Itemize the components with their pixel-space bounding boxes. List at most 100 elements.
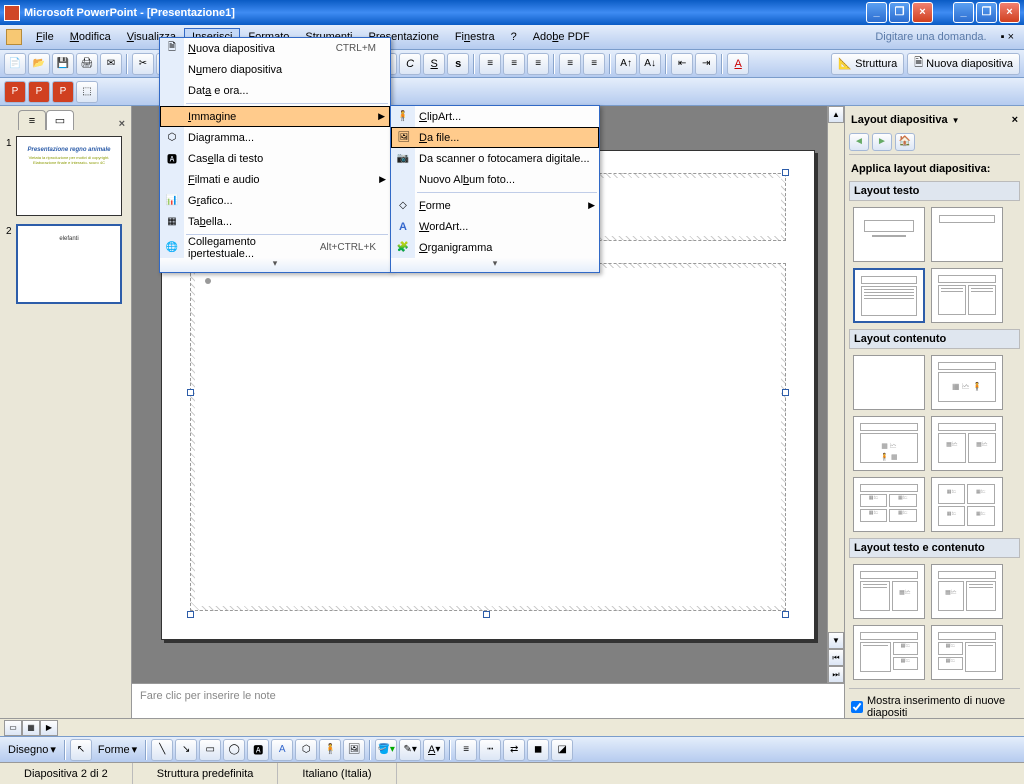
scroll-up[interactable]: ▲ [828,106,844,123]
menu-numero-diapositiva[interactable]: Numero diapositiva [160,59,390,80]
submenu-expand[interactable]: ▾ [391,258,599,272]
3d-style[interactable]: ◪ [551,739,573,761]
align-center-button[interactable]: ≡ [503,53,525,75]
sorter-view[interactable]: ▦ [22,720,40,736]
menu-tabella[interactable]: ▦ Tabella... [160,211,390,232]
save-button[interactable]: 💾 [52,53,74,75]
layout-content-four2[interactable]: ▦🗠▦🗠▦🗠▦🗠 [931,477,1003,532]
mdi-minimize-button[interactable]: _ [953,2,974,23]
arrow-style[interactable]: ⇄ [503,739,525,761]
forme-menu[interactable]: Forme ▾ [94,743,141,756]
submenu-album[interactable]: Nuovo Album foto... [391,169,599,190]
menu-file[interactable]: File [28,28,62,46]
fill-color[interactable]: 🪣▾ [375,739,397,761]
layout-two-text[interactable] [931,268,1003,323]
font-color-button[interactable]: A [727,53,749,75]
submenu-clipart[interactable]: 🧍 ClipArt... [391,106,599,127]
layout-title-only[interactable] [931,207,1003,262]
layout-content2[interactable]: ▦ 🗠🧍 ▦ [853,416,925,471]
taskpane-close[interactable]: × [1012,114,1018,126]
submenu-forme[interactable]: ◇ Forme▶ [391,195,599,216]
layout-content-four[interactable]: ▦🗠▦🗠▦🗠▦🗠 [853,477,925,532]
increase-indent-button[interactable]: ⇥ [695,53,717,75]
handle[interactable] [782,169,789,176]
notes-pane[interactable]: Fare clic per inserire le note [132,683,844,718]
vertical-scrollbar[interactable]: ▲ ▼ ⏮ ⏭ [827,106,844,683]
decrease-indent-button[interactable]: ⇤ [671,53,693,75]
textbox-tool[interactable]: 🅰 [247,739,269,761]
select-tool[interactable]: ↖ [70,739,92,761]
menu-diagramma[interactable]: ⬡ Diagramma... [160,127,390,148]
underline-button[interactable]: S [423,53,445,75]
content-placeholder[interactable] [190,263,786,611]
show-on-insert-checkbox[interactable]: Mostra inserimento di nuove diapositi [849,688,1020,721]
menu-data-ora[interactable]: Data e ora... [160,80,390,101]
numbering-button[interactable]: ≡ [559,53,581,75]
oval-tool[interactable]: ◯ [223,739,245,761]
minimize-button[interactable]: _ [866,2,887,23]
close-button[interactable]: × [912,2,933,23]
layout-tc4[interactable]: ▦🗠▦🗠 [931,625,1003,680]
handle[interactable] [782,389,789,396]
layout-tc1[interactable]: ▦🗠 [853,564,925,619]
handle[interactable] [483,611,490,618]
handle[interactable] [187,389,194,396]
taskpane-dropdown[interactable]: ▼ [952,116,960,125]
dash-style[interactable]: ┉ [479,739,501,761]
decrease-font-button[interactable]: A↓ [639,53,661,75]
layout-content-two[interactable]: ▦🗠▦🗠 [931,416,1003,471]
slides-tab[interactable]: ▭ [46,110,74,130]
mdi-close-x[interactable]: ▪ × [1001,31,1014,43]
new-slide-button[interactable]: 🗎 Nuova diapositiva [907,53,1020,75]
menu-casella-testo[interactable]: 🅰 Casella di testo [160,148,390,169]
increase-font-button[interactable]: A↑ [615,53,637,75]
layout-tc3[interactable]: ▦🗠▦🗠 [853,625,925,680]
slideshow-view[interactable]: ▶ [40,720,58,736]
handle[interactable] [782,611,789,618]
open-button[interactable]: 📂 [28,53,50,75]
layout-title[interactable] [853,207,925,262]
chk-input[interactable] [851,701,863,713]
handle[interactable] [187,611,194,618]
outline-tab[interactable]: ≡ [18,110,46,130]
shadow-style[interactable]: ◼ [527,739,549,761]
layout-tc2[interactable]: ▦🗠 [931,564,1003,619]
nav-back[interactable]: ◄ [849,133,869,151]
menu-finestra[interactable]: Finestra [447,28,503,46]
layout-blank[interactable] [853,355,925,410]
font-color[interactable]: A▾ [423,739,445,761]
nav-forward[interactable]: ► [872,133,892,151]
menu-filmati-audio[interactable]: Filmati e audio▶ [160,169,390,190]
prev-slide[interactable]: ⏮ [828,649,844,666]
struttura-button[interactable]: 📐 Struttura [831,53,904,75]
email-button[interactable]: ✉ [100,53,122,75]
pdf-btn3[interactable]: P [52,81,74,103]
line-style[interactable]: ≡ [455,739,477,761]
pdf-btn4[interactable]: ⬚ [76,81,98,103]
menu-expand[interactable]: ▾ [160,258,390,272]
italic-button[interactable]: C [399,53,421,75]
mdi-close-button[interactable]: × [999,2,1020,23]
thumb-2[interactable]: 2 elefanti [6,224,125,304]
next-slide[interactable]: ⏭ [828,666,844,683]
layout-title-text[interactable] [853,268,925,323]
nav-home[interactable]: 🏠 [895,133,915,151]
submenu-da-file[interactable]: 🖼 Da file... [391,127,599,148]
restore-button[interactable]: ❐ [889,2,910,23]
menu-collegamento[interactable]: 🌐 Collegamento ipertestuale... Alt+CTRL+… [160,237,390,258]
submenu-organigramma[interactable]: 🧩 Organigramma [391,237,599,258]
scroll-down[interactable]: ▼ [828,632,844,649]
line-color[interactable]: ✎▾ [399,739,421,761]
diagram-tool[interactable]: ⬡ [295,739,317,761]
wordart-tool[interactable]: A [271,739,293,761]
bullets-button[interactable]: ≡ [583,53,605,75]
print-button[interactable]: 🖨 [76,53,98,75]
align-left-button[interactable]: ≡ [479,53,501,75]
disegno-menu[interactable]: Disegno ▾ [4,743,60,756]
pdf-btn1[interactable]: P [4,81,26,103]
menu-modifica[interactable]: Modifica [62,28,119,46]
align-right-button[interactable]: ≡ [527,53,549,75]
pdf-btn2[interactable]: P [28,81,50,103]
menu-nuova-diapositiva[interactable]: 🗎 Nuova diapositiva CTRL+M [160,38,390,59]
layout-content[interactable]: ▦ 🗠 🧍 [931,355,1003,410]
